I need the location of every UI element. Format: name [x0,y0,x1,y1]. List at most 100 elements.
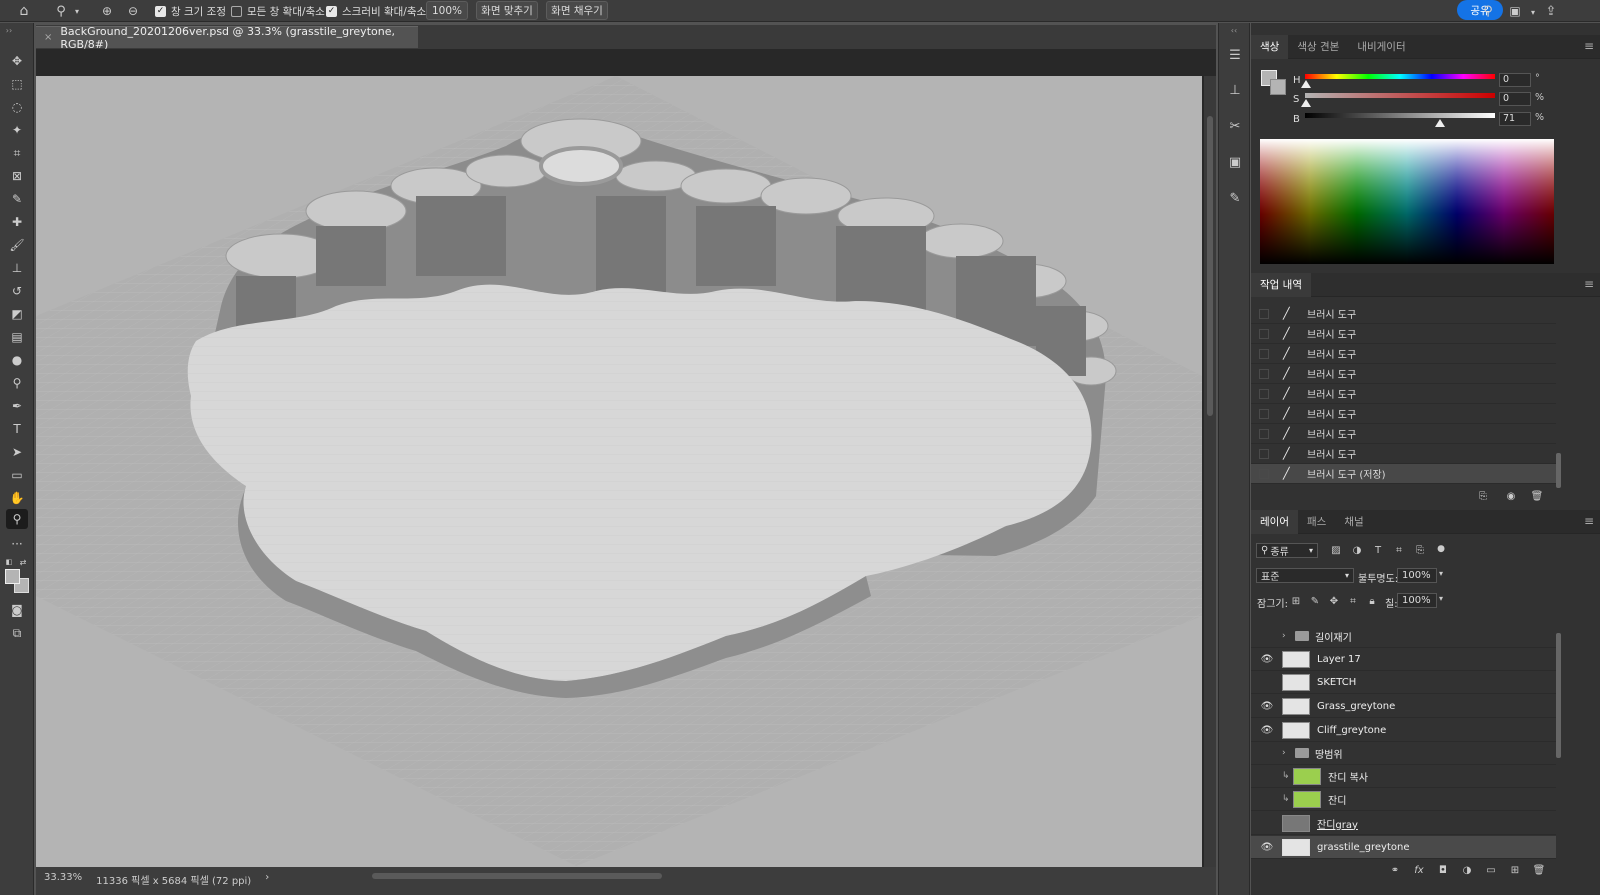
tab-swatches[interactable]: 색상 견본 [1288,35,1348,59]
history-item[interactable]: ╱ 브러시 도구 [1251,364,1556,384]
eraser-tool-icon[interactable]: ◩ [6,304,28,324]
tab-layers[interactable]: 레이어 [1251,509,1298,534]
magic-wand-tool-icon[interactable]: ✦ [6,120,28,140]
history-scrollbar-thumb[interactable] [1556,453,1561,488]
history-menu-icon[interactable]: ≡ [1584,277,1594,291]
panel-menu-icon[interactable]: ≡ [1584,39,1594,53]
status-chevron-icon[interactable]: › [265,872,269,890]
layer-group-row[interactable]: › 길이재기 [1251,625,1556,648]
saturation-field[interactable]: 0 [1499,92,1531,106]
history-item[interactable]: ╱ 브러시 도구 [1251,444,1556,464]
layers-menu-icon[interactable]: ≡ [1584,514,1594,528]
foreground-color-swatch[interactable] [5,569,20,584]
new-group-icon[interactable]: ▭ [1483,863,1499,877]
history-item[interactable]: ╱ 브러시 도구 [1251,344,1556,364]
collapse-toolbar-icon[interactable]: ›› [2,25,16,35]
tool-preset-chevron-icon[interactable]: ▾ [72,3,82,19]
saturation-slider-thumb[interactable] [1301,99,1311,107]
move-tool-icon[interactable]: ✥ [6,51,28,71]
fill-screen-button[interactable]: 화면 채우기 [546,1,608,20]
history-item-current[interactable]: ╱ 브러시 도구 (저장) [1251,464,1556,484]
filter-smart-object-icon[interactable]: ⎘ [1413,543,1427,558]
screen-mode-icon[interactable]: ⧉ [6,623,28,643]
pen-tool-icon[interactable]: ✒ [6,396,28,416]
brightness-slider[interactable] [1305,113,1495,118]
search-icon-glyph[interactable]: ⚲ [1480,2,1496,20]
marquee-tool-icon[interactable]: ⬚ [6,74,28,94]
lock-position-icon[interactable]: ✥ [1327,594,1341,608]
saturation-slider[interactable] [1305,93,1495,98]
tab-navigator[interactable]: 내비게이터 [1348,35,1414,59]
brightness-slider-thumb[interactable] [1434,119,1445,127]
lock-all-icon[interactable]: 🔒︎ [1365,594,1379,608]
close-tab-icon[interactable]: × [44,32,52,43]
crop-tool-icon[interactable]: ⌗ [6,143,28,163]
zoom-out-icon[interactable]: ⊖ [124,2,142,20]
layer-group-row[interactable]: › 땅범위 [1251,742,1556,765]
rectangle-tool-icon[interactable]: ▭ [6,465,28,485]
zoom-all-windows-option[interactable]: 모든 창 확대/축소 [231,3,325,19]
lock-transparency-icon[interactable]: ⊞ [1289,594,1303,608]
clone-source-panel-icon[interactable]: ⊥ [1225,80,1245,100]
scrollbar-thumb[interactable] [1207,116,1213,416]
layer-row[interactable]: ↳ 잔디 복사 [1251,765,1556,788]
filter-toggle-icon[interactable]: ● [1434,541,1448,556]
tab-paths[interactable]: 패스 [1298,510,1335,534]
history-item[interactable]: ╱ 브러시 도구 [1251,304,1556,324]
zoom-tool-icon[interactable]: ⚲ [52,2,70,20]
type-tool-icon[interactable]: T [6,419,28,439]
scrubby-zoom-option[interactable]: ✓ 스크러비 확대/축소 [326,3,426,19]
tab-channels[interactable]: 채널 [1335,510,1372,534]
visibility-eye-icon[interactable]: 👁︎ [1260,701,1274,712]
collapse-panels-icon[interactable]: ‹‹ [1227,25,1241,35]
lock-image-icon[interactable]: ✎ [1308,594,1322,608]
share-export-icon[interactable]: ⇪ [1542,1,1560,21]
horizontal-scrollbar-thumb[interactable] [372,873,662,879]
brush-tool-icon[interactable]: 🖌︎ [6,235,28,255]
gradient-tool-icon[interactable]: ▤ [6,327,28,347]
lasso-tool-icon[interactable]: ◌ [6,97,28,117]
hue-field[interactable]: 0 [1499,73,1531,87]
color-background-swatch[interactable] [1270,79,1286,95]
resize-windows-option[interactable]: ✓ 창 크기 조정 [155,3,226,19]
hand-tool-icon[interactable]: ✋ [6,488,28,508]
dodge-tool-icon[interactable]: ⚲ [6,373,28,393]
brush-settings-panel-icon[interactable]: ✎ [1225,188,1245,208]
healing-brush-tool-icon[interactable]: ✚ [6,212,28,232]
swap-colors-icon[interactable]: ⇄ [18,557,28,567]
eyedropper-tool-icon[interactable]: ✎ [6,189,28,209]
hue-slider-thumb[interactable] [1301,80,1311,88]
fill-field[interactable]: 100% [1397,593,1437,608]
tab-history[interactable]: 작업 내역 [1251,272,1311,297]
layer-style-fx-icon[interactable]: fx [1411,863,1427,877]
add-mask-icon[interactable]: ◘ [1435,863,1451,877]
new-snapshot-icon[interactable]: ◉ [1503,489,1519,503]
layer-row-selected[interactable]: 👁︎ grasstile_greytone [1251,836,1556,859]
delete-layer-icon[interactable]: 🗑︎ [1531,863,1547,877]
zoom-in-icon[interactable]: ⊕ [98,2,116,20]
lock-artboard-icon[interactable]: ⌗ [1346,594,1360,608]
filter-pixel-icon[interactable]: ▨ [1329,543,1343,558]
home-icon[interactable]: ⌂ [14,2,34,20]
color-spectrum-ramp[interactable] [1260,139,1554,264]
frame-tool-icon[interactable]: ⊠ [6,166,28,186]
layer-row[interactable]: 👁︎ Grass_greytone [1251,695,1556,718]
vertical-scrollbar[interactable] [1204,76,1216,867]
filter-type-icon[interactable]: T [1371,543,1385,558]
tool-presets-panel-icon[interactable]: ✂ [1225,116,1245,136]
visibility-eye-icon[interactable]: 👁︎ [1260,725,1274,736]
history-item[interactable]: ╱ 브러시 도구 [1251,324,1556,344]
more-tools-icon[interactable]: ··· [6,534,28,554]
history-item[interactable]: ╱ 브러시 도구 [1251,404,1556,424]
opacity-chevron-icon[interactable]: ▾ [1439,569,1443,578]
adjustment-layer-icon[interactable]: ◑ [1459,863,1475,877]
layer-row[interactable]: 👁︎ Layer 17 [1251,648,1556,671]
properties-panel-icon[interactable]: ☰ [1225,45,1245,65]
path-selection-tool-icon[interactable]: ➤ [6,442,28,462]
history-item[interactable]: ╱ 브러시 도구 [1251,384,1556,404]
fill-chevron-icon[interactable]: ▾ [1439,594,1443,603]
filter-shape-icon[interactable]: ⌗ [1392,543,1406,558]
layers-scrollbar-thumb[interactable] [1556,633,1561,758]
tab-color[interactable]: 색상 [1251,34,1289,59]
layer-filter-select[interactable]: ⚲ 종류 ▾ [1256,543,1318,558]
